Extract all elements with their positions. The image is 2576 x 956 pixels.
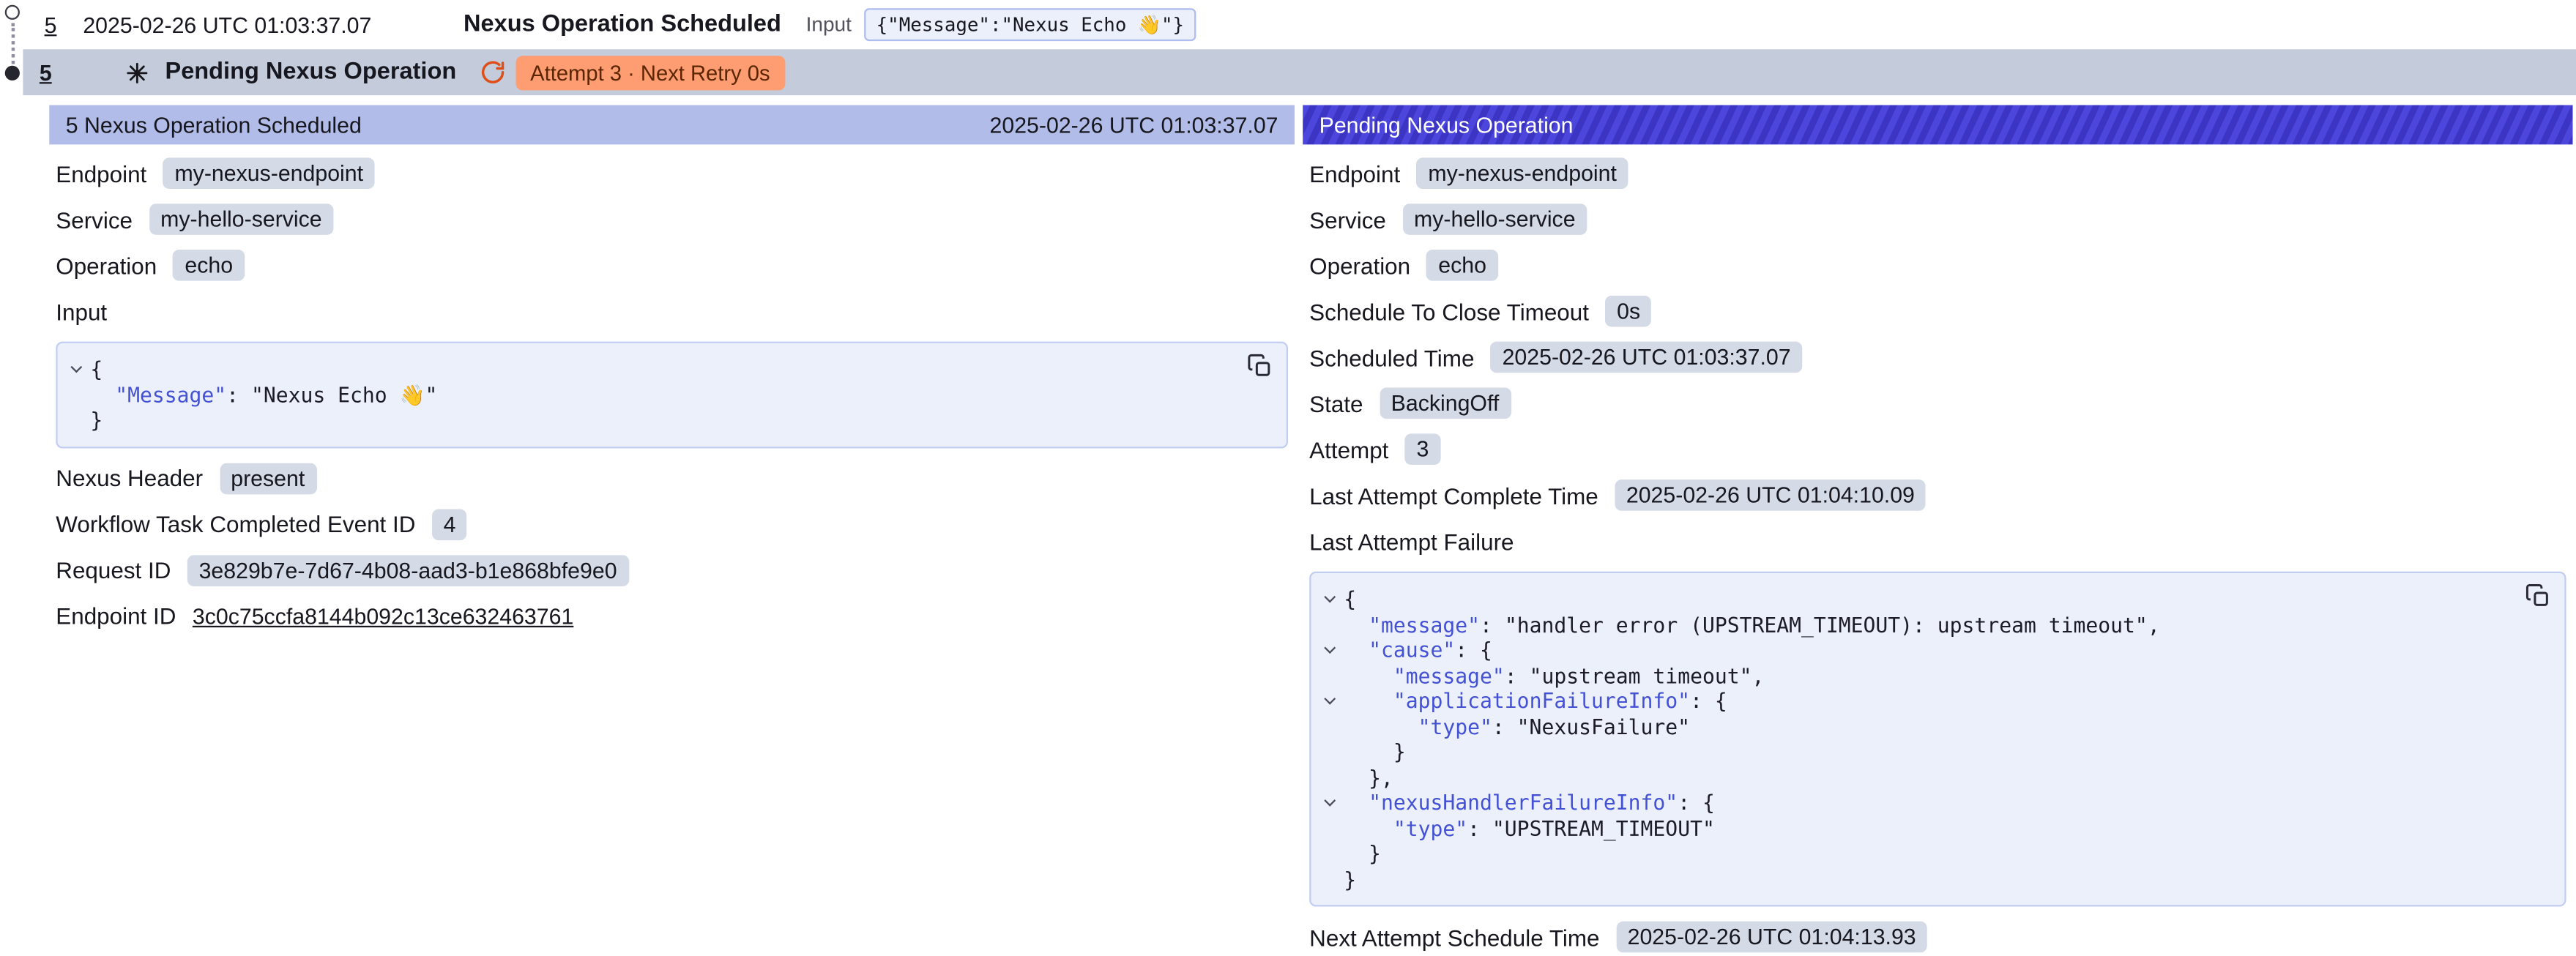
timeline-node-icon	[5, 5, 20, 20]
code-gutter	[1314, 612, 1344, 638]
last-attempt-failure-label: Last Attempt Failure	[1309, 526, 2566, 557]
field-label: Endpoint	[56, 160, 146, 187]
field-row-operation: Operation echo	[1309, 250, 2566, 281]
field-label: Scheduled Time	[1309, 344, 1474, 370]
event-row-pending[interactable]: 5 Pending Nexus Operation Attempt 3 · Ne…	[23, 49, 2576, 95]
field-value-chip: 2025-02-26 UTC 01:03:37.07	[1491, 342, 1802, 373]
pending-panel-header: Pending Nexus Operation	[1303, 105, 2572, 145]
collapse-chevron-icon[interactable]	[1314, 790, 1344, 815]
field-row-workflow-task-completed-event-id: Workflow Task Completed Event ID 4	[56, 508, 1288, 539]
field-label: Operation	[56, 252, 157, 278]
code-gutter	[61, 407, 90, 433]
field-value-chip: 3e829b7e-7d67-4b08-aad3-b1e868bfe9e0	[187, 554, 628, 586]
endpoint-id-link[interactable]: 3c0c75ccfa8144b092c13ce632463761	[193, 604, 573, 629]
field-row-service: Service my-hello-service	[56, 203, 1288, 235]
event-id-link[interactable]: 5	[45, 12, 57, 37]
field-row-nexus-header: Nexus Header present	[56, 463, 1288, 494]
pending-asterisk-icon	[124, 60, 149, 85]
field-value-chip: 4	[432, 508, 467, 539]
collapse-chevron-icon[interactable]	[61, 356, 90, 382]
field-label: Endpoint ID	[56, 602, 176, 629]
pending-panel-body: Endpoint my-nexus-endpoint Service my-he…	[1303, 144, 2572, 952]
field-label: Operation	[1309, 252, 1410, 278]
event-title: Nexus Operation Scheduled	[464, 12, 781, 38]
input-json-block: { "Message": "Nexus Echo 👋"}	[56, 342, 1288, 448]
field-label: Next Attempt Schedule Time	[1309, 924, 1599, 950]
field-label: Service	[56, 206, 133, 233]
field-row-operation: Operation echo	[56, 250, 1288, 281]
code-gutter	[1314, 739, 1344, 765]
event-row-scheduled[interactable]: 5 2025-02-26 UTC 01:03:37.07 Nexus Opera…	[0, 0, 2576, 49]
field-row-scheduled-time: Scheduled Time 2025-02-26 UTC 01:03:37.0…	[1309, 342, 2566, 373]
field-row-endpoint: Endpoint my-nexus-endpoint	[1309, 157, 2566, 189]
retry-icon	[480, 59, 506, 86]
field-row-endpoint-id: Endpoint ID 3c0c75ccfa8144b092c13ce63246…	[56, 600, 1288, 632]
field-row-service: Service my-hello-service	[1309, 203, 2566, 235]
pending-operation-panel: Pending Nexus Operation Endpoint my-nexu…	[1303, 105, 2572, 953]
code-gutter	[1314, 841, 1344, 867]
field-value-chip: echo	[174, 250, 245, 281]
field-value-chip: my-nexus-endpoint	[163, 157, 375, 189]
input-section-label: Input	[56, 296, 1288, 327]
event-id-link[interactable]: 5	[40, 60, 52, 85]
scheduled-panel-header: 5 Nexus Operation Scheduled 2025-02-26 U…	[49, 105, 1295, 145]
timeline-node-filled-icon	[5, 66, 20, 81]
field-row-last-attempt-complete-time: Last Attempt Complete Time 2025-02-26 UT…	[1309, 479, 2566, 511]
field-label: Service	[1309, 206, 1386, 233]
collapse-chevron-icon[interactable]	[1314, 638, 1344, 663]
failure-json-block: { "message": "handler error (UPSTREAM_TI…	[1309, 572, 2566, 907]
field-label: Attempt	[1309, 436, 1388, 463]
field-row-request-id: Request ID 3e829b7e-7d67-4b08-aad3-b1e86…	[56, 554, 1288, 586]
field-value-chip: present	[220, 463, 316, 494]
timeline-connector-line	[11, 23, 14, 64]
input-label: Input	[806, 13, 852, 36]
code-gutter	[1314, 867, 1344, 892]
field-label: Last Attempt Complete Time	[1309, 482, 1598, 509]
event-timestamp: 2025-02-26 UTC 01:03:37.07	[83, 12, 371, 37]
field-value-chip: echo	[1427, 250, 1498, 281]
code-gutter	[1314, 714, 1344, 739]
field-row-endpoint: Endpoint my-nexus-endpoint	[56, 157, 1288, 189]
field-label: Request ID	[56, 557, 171, 583]
field-value-chip: 3	[1405, 433, 1440, 465]
copy-icon[interactable]	[2525, 583, 2551, 609]
panel-title: Pending Nexus Operation	[1319, 113, 1574, 138]
field-label: Nexus Header	[56, 465, 203, 491]
code-gutter	[61, 382, 90, 408]
collapse-chevron-icon[interactable]	[1314, 586, 1344, 612]
code-gutter	[1314, 815, 1344, 841]
code-gutter	[1314, 662, 1344, 688]
collapse-chevron-icon[interactable]	[1314, 688, 1344, 714]
panel-timestamp: 2025-02-26 UTC 01:03:37.07	[990, 113, 1278, 138]
scheduled-event-panel: 5 Nexus Operation Scheduled 2025-02-26 U…	[49, 105, 1295, 632]
field-label: Endpoint	[1309, 160, 1400, 187]
event-title: Pending Nexus Operation	[165, 59, 457, 86]
input-preview-chip[interactable]: {"Message":"Nexus Echo 👋"}	[865, 8, 1196, 41]
copy-icon[interactable]	[1247, 353, 1273, 379]
temporal-event-history-view: 5 2025-02-26 UTC 01:03:37.07 Nexus Opera…	[0, 0, 2576, 956]
state-badge: BackingOff	[1380, 387, 1511, 419]
retry-attempt-badge: Attempt 3 · Next Retry 0s	[515, 55, 785, 89]
field-label: State	[1309, 390, 1363, 417]
scheduled-panel-body: Endpoint my-nexus-endpoint Service my-he…	[49, 144, 1295, 631]
field-value-chip: my-nexus-endpoint	[1417, 157, 1628, 189]
field-value-chip: my-hello-service	[149, 203, 333, 235]
field-value-chip: 2025-02-26 UTC 01:04:13.93	[1616, 922, 1927, 953]
field-row-attempt: Attempt 3	[1309, 433, 2566, 465]
field-row-next-attempt-schedule-time: Next Attempt Schedule Time 2025-02-26 UT…	[1309, 922, 2566, 953]
field-value-chip: 2025-02-26 UTC 01:04:10.09	[1615, 479, 1926, 511]
field-label: Schedule To Close Timeout	[1309, 298, 1589, 324]
field-label: Workflow Task Completed Event ID	[56, 511, 415, 537]
code-gutter	[1314, 764, 1344, 790]
field-row-schedule-to-close-timeout: Schedule To Close Timeout 0s	[1309, 296, 2566, 327]
field-value-chip: my-hello-service	[1402, 203, 1587, 235]
field-row-state: State BackingOff	[1309, 387, 2566, 419]
panel-title: 5 Nexus Operation Scheduled	[66, 113, 362, 138]
field-value-chip: 0s	[1605, 296, 1651, 327]
